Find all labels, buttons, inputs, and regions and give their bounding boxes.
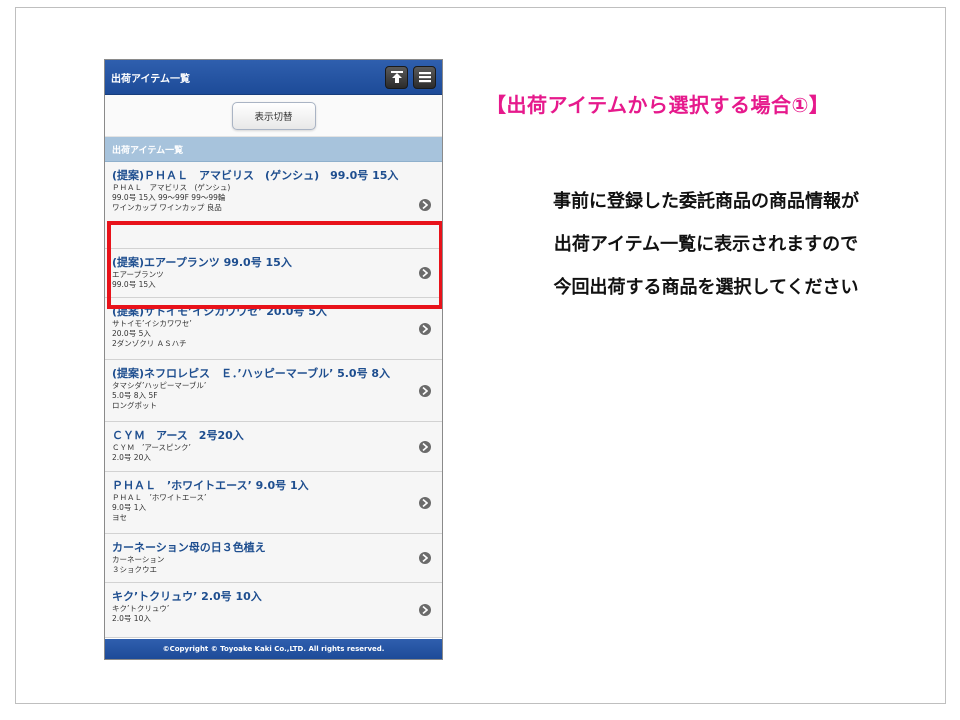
item-title: (提案)ＰＨＡＬ アマビリス (ゲンシュ) 99.0号 15入 [112, 169, 399, 182]
list-item[interactable]: (提案)ネフロレピス Ｅ．’ハッピーマーブル’ 5.0号 8入 タマシダ’ハッピ… [105, 360, 442, 422]
chevron-right-icon [419, 267, 431, 279]
copyright-footer: ©Copyright © Toyoake Kaki Co.,LTD. All r… [105, 639, 442, 659]
item-detail: 2.0号 20入 [112, 453, 151, 462]
item-detail: ＰＨＡＬ ’ホワイトエース’ [112, 493, 207, 502]
item-title: ＰＨＡＬ ’ホワイトエース’ 9.0号 1入 [112, 479, 309, 492]
list-item[interactable]: (提案)エアープランツ 99.0号 15入 エアープランツ 99.0号 15入 [105, 249, 442, 298]
chevron-right-icon [419, 384, 431, 397]
display-switch-button[interactable]: 表示切替 [231, 101, 316, 130]
chevron-right-icon [419, 496, 431, 509]
description-text: 事前に登録した委託商品の商品情報が 出荷アイテム一覧に表示されますので 今回出荷… [486, 180, 926, 309]
item-detail: 99.0号 15入 [112, 280, 156, 289]
description-line: 今回出荷する商品を選択してください [553, 277, 859, 298]
list-item[interactable]: カーネーション母の日３色植え カーネーション ３ショクウエ [105, 534, 442, 583]
item-detail: カーネーション [112, 555, 165, 564]
item-detail: ワインカップ ワインカップ 良品 [112, 203, 222, 212]
item-detail: 5.0号 8入 5F [112, 391, 158, 400]
hamburger-menu-icon [418, 72, 431, 83]
item-title: (提案)ネフロレピス Ｅ．’ハッピーマーブル’ 5.0号 8入 [112, 367, 391, 380]
item-detail: 9.0号 1入 [112, 503, 147, 512]
list-item[interactable]: キク’トクリュウ’ 2.0号 10入 キク’トクリュウ’ 2.0号 10入 [105, 583, 442, 638]
item-detail: 2.0号 10入 [112, 614, 151, 623]
item-detail: ロングポット [112, 401, 157, 410]
item-title: ＣＹＭ アース 2号20入 [112, 429, 244, 442]
item-detail: 2ダンゾクリ ＡＳハチ [112, 339, 187, 348]
description-line: 出荷アイテム一覧に表示されますので [553, 234, 859, 255]
chevron-right-icon [419, 322, 431, 335]
item-detail: エアープランツ [112, 270, 164, 279]
list-item[interactable]: (提案)ＰＨＡＬ アマビリス (ゲンシュ) 99.0号 15入 ＰＨＡＬ アマビ… [105, 162, 442, 249]
list-item[interactable]: ＰＨＡＬ ’ホワイトエース’ 9.0号 1入 ＰＨＡＬ ’ホワイトエース’ 9.… [105, 472, 442, 534]
chevron-right-icon [419, 199, 431, 211]
phone-screenshot: 出荷アイテム一覧 表示切替 出荷アイテム一覧 (提案)ＰＨＡＬ アマビリス (ゲ… [104, 59, 443, 660]
item-detail: キク’トクリュウ’ [112, 604, 170, 613]
chevron-right-icon [419, 552, 431, 564]
item-detail: ヨセ [112, 513, 127, 522]
arrow-up-icon [390, 71, 403, 83]
page-title: 出荷アイテム一覧 [111, 73, 190, 85]
item-title: (提案)エアープランツ 99.0号 15入 [112, 256, 292, 269]
section-header: 出荷アイテム一覧 [105, 137, 442, 162]
item-detail: ＣＹＭ ’アースピンク’ [112, 443, 191, 452]
shipping-item-list: (提案)ＰＨＡＬ アマビリス (ゲンシュ) 99.0号 15入 ＰＨＡＬ アマビ… [105, 162, 442, 638]
item-title: キク’トクリュウ’ 2.0号 10入 [112, 590, 262, 603]
scroll-top-button[interactable] [385, 65, 408, 89]
item-detail: ＰＨＡＬ アマビリス (ゲンシュ) [112, 183, 231, 192]
item-detail: 20.0号 5入 [112, 329, 151, 338]
app-header: 出荷アイテム一覧 [105, 60, 442, 95]
item-title: (提案)サトイモ’イシカワワセ’ 20.0号 5入 [112, 305, 327, 318]
switch-area: 表示切替 [105, 95, 442, 137]
chevron-right-icon [419, 440, 431, 453]
chevron-right-icon [419, 604, 431, 616]
item-detail: ３ショクウエ [112, 565, 157, 574]
item-title: カーネーション母の日３色植え [112, 541, 266, 554]
item-detail: サトイモ’イシカワワセ’ [112, 319, 192, 328]
item-detail: タマシダ’ハッピーマーブル’ [112, 381, 207, 390]
menu-button[interactable] [413, 65, 436, 89]
slide-heading: 【出荷アイテムから選択する場合①】 [486, 93, 830, 117]
list-item[interactable]: ＣＹＭ アース 2号20入 ＣＹＭ ’アースピンク’ 2.0号 20入 [105, 422, 442, 472]
item-detail: 99.0号 15入 99～99F 99～99輪 [112, 193, 226, 202]
list-item[interactable]: (提案)サトイモ’イシカワワセ’ 20.0号 5入 サトイモ’イシカワワセ’ 2… [105, 298, 442, 360]
description-line: 事前に登録した委託商品の商品情報が [553, 191, 859, 212]
